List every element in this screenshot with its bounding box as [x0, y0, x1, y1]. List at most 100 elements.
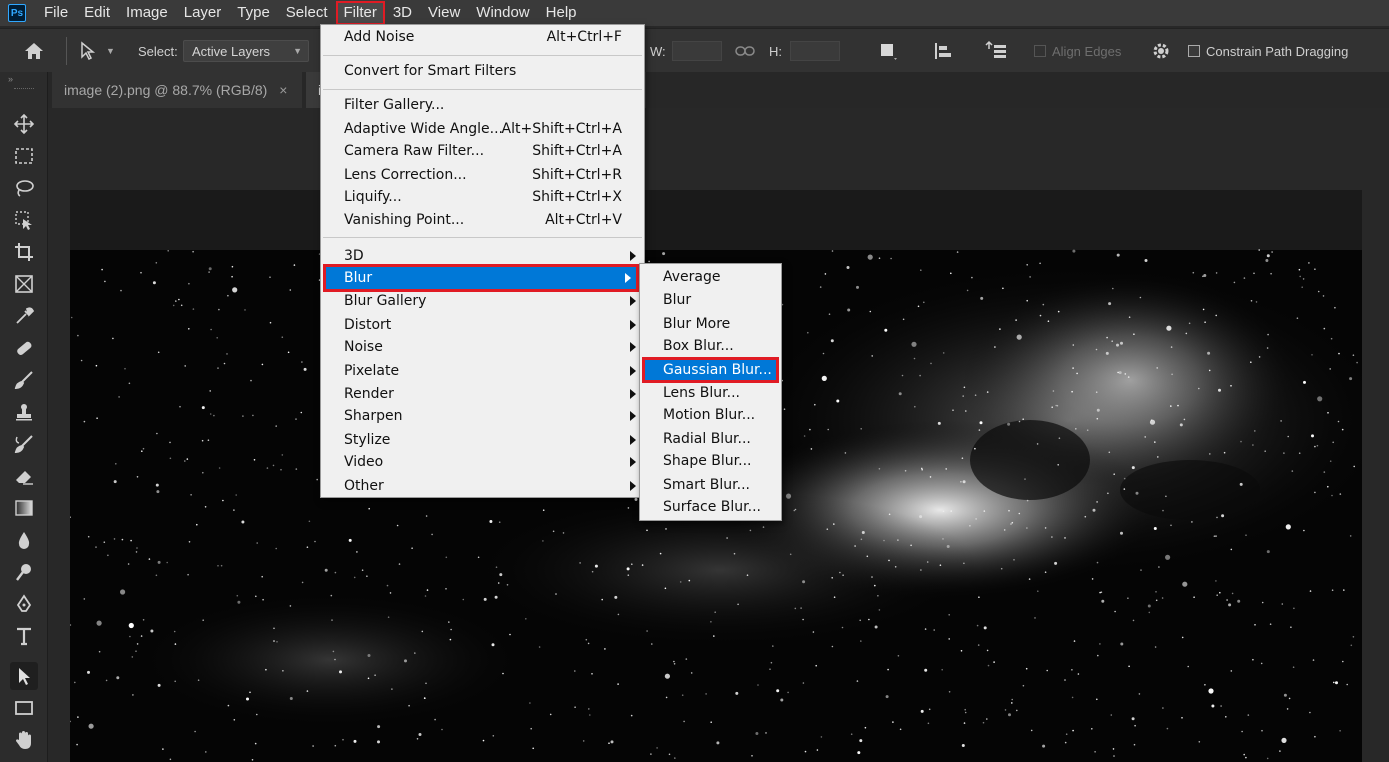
link-icon[interactable] [735, 29, 755, 73]
star [244, 309, 246, 311]
menu-item-filter-gallery[interactable]: Filter Gallery... [321, 94, 644, 116]
menu-type[interactable]: Type [229, 1, 278, 25]
star [530, 727, 532, 730]
menu-item-noise[interactable]: Noise [321, 336, 644, 358]
star [218, 467, 221, 469]
submenu-item-blur[interactable]: Blur [640, 289, 781, 311]
path-operations-icon[interactable] [878, 29, 898, 73]
menu-view[interactable]: View [420, 1, 468, 25]
star [414, 652, 416, 654]
menu-item-camera-raw[interactable]: Camera Raw Filter... Shift+Ctrl+A [321, 140, 644, 162]
menu-item-distort[interactable]: Distort [321, 314, 644, 336]
frame-icon[interactable] [10, 270, 38, 298]
gradient-icon[interactable] [10, 494, 38, 522]
star [665, 696, 668, 699]
object-select-icon[interactable] [10, 206, 38, 234]
crop-icon[interactable] [10, 238, 38, 266]
menu-filter[interactable]: Filter [335, 1, 385, 25]
submenu-item-smart-blur[interactable]: Smart Blur... [640, 474, 781, 496]
menu-item-convert-smart-filters[interactable]: Convert for Smart Filters [321, 60, 644, 82]
menu-item-stylize[interactable]: Stylize [321, 429, 644, 451]
align-edges-checkbox[interactable]: Align Edges [1034, 29, 1121, 73]
home-icon[interactable] [22, 29, 46, 73]
star [857, 751, 861, 755]
star [418, 733, 422, 736]
menu-image[interactable]: Image [118, 1, 176, 25]
healing-brush-icon[interactable] [10, 334, 38, 362]
menu-3d[interactable]: 3D [385, 1, 420, 25]
menu-window[interactable]: Window [468, 1, 537, 25]
menu-item-liquify[interactable]: Liquify... Shift+Ctrl+X [321, 186, 644, 208]
menu-item-pixelate[interactable]: Pixelate [321, 360, 644, 382]
type-icon[interactable] [10, 622, 38, 650]
path-select-icon[interactable] [10, 662, 38, 690]
star [156, 490, 160, 494]
height-input[interactable] [790, 29, 840, 73]
menu-select[interactable]: Select [278, 1, 336, 25]
path-select-tool-preset-icon[interactable]: ▼ [78, 29, 115, 73]
star [1314, 268, 1316, 270]
menu-help[interactable]: Help [538, 1, 585, 25]
star [207, 439, 210, 441]
star [1228, 603, 1232, 607]
submenu-item-motion-blur[interactable]: Motion Blur... [640, 404, 781, 426]
menu-item-blur-gallery[interactable]: Blur Gallery [321, 290, 644, 312]
constrain-path-checkbox[interactable]: Constrain Path Dragging [1188, 29, 1348, 73]
submenu-item-blur-more[interactable]: Blur More [640, 313, 781, 335]
star [821, 375, 827, 381]
submenu-item-surface-blur[interactable]: Surface Blur... [640, 496, 781, 518]
menu-item-blur[interactable]: Blur [323, 264, 639, 292]
star [646, 630, 648, 632]
document-tab[interactable]: image (2).png @ 88.7% (RGB/8) × [52, 72, 302, 108]
submenu-item-shape-blur[interactable]: Shape Blur... [640, 450, 781, 472]
menu-item-adaptive-wide-angle[interactable]: Adaptive Wide Angle... Alt+Shift+Ctrl+A [321, 118, 644, 140]
blur-icon[interactable] [10, 526, 38, 554]
menu-item-add-noise[interactable]: Add Noise Alt+Ctrl+F [321, 26, 644, 48]
hand-icon[interactable] [10, 726, 38, 754]
path-alignment-icon[interactable] [932, 29, 954, 73]
star [334, 658, 336, 661]
star [377, 725, 381, 729]
gear-icon[interactable] [1150, 29, 1172, 73]
path-arrangement-icon[interactable] [984, 29, 1008, 73]
star [617, 683, 619, 685]
stamp-icon[interactable] [10, 398, 38, 426]
star [824, 273, 827, 275]
submenu-item-radial-blur[interactable]: Radial Blur... [640, 428, 781, 450]
submenu-item-box-blur[interactable]: Box Blur... [640, 335, 781, 357]
rectangle-icon[interactable] [10, 694, 38, 722]
menu-item-sharpen[interactable]: Sharpen [321, 405, 644, 427]
menu-file[interactable]: File [36, 1, 76, 25]
star [1091, 728, 1093, 730]
star [538, 646, 541, 648]
menu-edit[interactable]: Edit [76, 1, 118, 25]
eraser-icon[interactable] [10, 462, 38, 490]
menu-item-other[interactable]: Other [321, 475, 644, 497]
menu-item-render[interactable]: Render [321, 383, 644, 405]
pen-icon[interactable] [10, 590, 38, 618]
star [104, 280, 106, 283]
star [1044, 527, 1047, 529]
submenu-item-gaussian-blur[interactable]: Gaussian Blur... [642, 357, 779, 383]
marquee-icon[interactable] [10, 142, 38, 170]
eyedropper-icon[interactable] [10, 302, 38, 330]
collapse-panel-icon[interactable]: » [8, 74, 13, 84]
star [1071, 669, 1073, 671]
submenu-item-lens-blur[interactable]: Lens Blur... [640, 382, 781, 404]
menu-item-vanishing-point[interactable]: Vanishing Point... Alt+Ctrl+V [321, 209, 644, 231]
star [1110, 714, 1113, 716]
lasso-icon[interactable] [10, 174, 38, 202]
select-dropdown[interactable]: Active Layers ▼ [183, 29, 309, 73]
move-icon[interactable] [10, 110, 38, 138]
menu-item-lens-correction[interactable]: Lens Correction... Shift+Ctrl+R [321, 164, 644, 186]
close-icon[interactable]: × [279, 82, 287, 98]
menu-layer[interactable]: Layer [176, 1, 230, 25]
dodge-icon[interactable] [10, 558, 38, 586]
brush-icon[interactable] [10, 366, 38, 394]
submenu-item-average[interactable]: Average [640, 266, 781, 288]
star [920, 709, 924, 713]
menu-item-video[interactable]: Video [321, 451, 644, 473]
panel-grip[interactable] [14, 88, 34, 89]
history-brush-icon[interactable] [10, 430, 38, 458]
width-input[interactable] [672, 29, 722, 73]
